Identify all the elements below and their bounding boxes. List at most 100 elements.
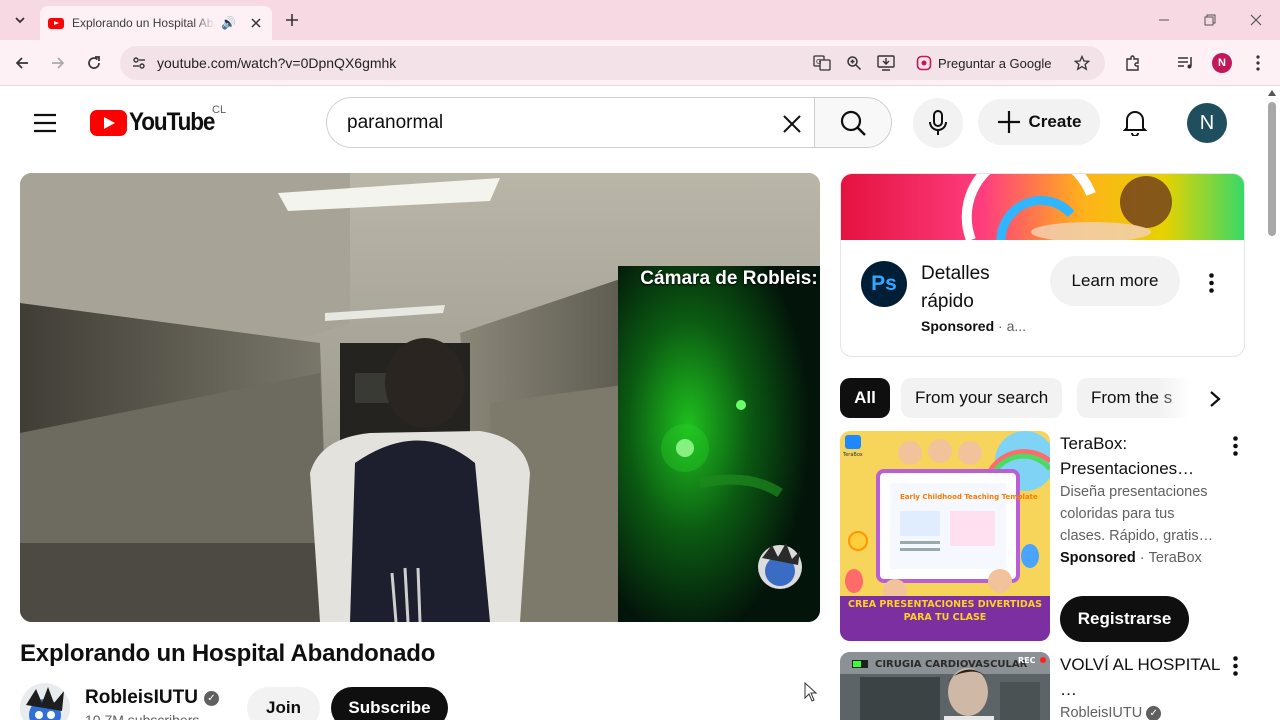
tune-icon	[133, 57, 145, 69]
search-icon	[840, 110, 866, 136]
mouse-cursor-icon	[804, 682, 818, 702]
channel-avatar-image	[20, 683, 70, 720]
youtube-wordmark: YouTube	[129, 108, 215, 136]
chevron-down-icon	[15, 17, 25, 24]
more-vert-icon	[1256, 55, 1260, 71]
tab-close-button[interactable]	[248, 15, 264, 31]
chip-from-the-series[interactable]: From the s	[1077, 378, 1192, 418]
youtube-favicon-icon	[48, 17, 64, 29]
rec-meta-hospital: RobleisIUTU ✓	[1060, 705, 1162, 720]
plus-icon	[286, 14, 298, 26]
arrow-right-icon	[52, 57, 65, 69]
star-icon	[1074, 55, 1090, 71]
translate-button[interactable]: G	[812, 53, 832, 73]
extensions-button[interactable]	[1122, 52, 1144, 74]
subscribe-button[interactable]: Subscribe	[331, 687, 448, 720]
ad-sponsor-line: Sponsored · a...	[921, 318, 1027, 334]
minimize-button[interactable]	[1154, 10, 1174, 30]
verified-badge-icon: ✓	[1146, 705, 1162, 720]
back-button[interactable]	[11, 52, 33, 74]
restore-button[interactable]	[1200, 10, 1220, 30]
chips-next-button[interactable]	[1200, 384, 1230, 414]
thumb-rec: REC	[1018, 656, 1036, 665]
video-frame	[20, 173, 820, 622]
address-bar[interactable]: youtube.com/watch?v=0DpnQX6gmhk G Pregun…	[120, 46, 1105, 80]
scrollbar-thumb[interactable]	[1268, 102, 1276, 236]
hamburger-menu-icon	[34, 113, 56, 133]
new-tab-button[interactable]	[282, 10, 302, 30]
rec-title-hospital[interactable]: VOLVÍ AL HOSPITAL …	[1060, 652, 1220, 702]
register-button[interactable]: Registrarse	[1060, 596, 1189, 642]
thumb-sign: CIRUGIA CARDIOVASCULAR	[875, 659, 1028, 670]
close-icon	[783, 115, 801, 133]
youtube-logo[interactable]: YouTube	[90, 108, 224, 137]
youtube-play-logo-icon	[90, 109, 127, 136]
sponsored-label: Sponsored	[1060, 550, 1136, 566]
scroll-up-arrow-icon[interactable]	[1268, 90, 1276, 96]
ad-banner-image	[841, 174, 1244, 240]
verified-badge-icon: ✓	[203, 690, 219, 706]
more-vert-icon	[1232, 656, 1238, 676]
channel-name[interactable]: RobleisIUTU ✓	[85, 687, 219, 709]
ad-title[interactable]: Detalles rápido	[921, 260, 1031, 316]
chip-all[interactable]: All	[840, 378, 890, 418]
clear-search-button[interactable]	[779, 111, 805, 137]
channel-name-text: RobleisIUTU	[85, 687, 198, 708]
browser-menu-button[interactable]	[1247, 52, 1269, 74]
more-vert-icon	[1232, 436, 1238, 456]
zoom-icon	[847, 56, 862, 71]
rec-thumbnail-hospital[interactable]: CIRUGIA CARDIOVASCULAR REC	[840, 652, 1050, 720]
browser-tab-active[interactable]: Explorando un Hospital Abandonado - YouT…	[40, 6, 272, 40]
reload-button[interactable]	[83, 52, 105, 74]
join-button[interactable]: Join	[247, 687, 320, 720]
account-avatar[interactable]: N	[1187, 103, 1227, 143]
close-icon	[1250, 14, 1262, 26]
rec-channel-hospital: RobleisIUTU	[1060, 705, 1143, 720]
create-button[interactable]: Create	[978, 99, 1100, 145]
profile-avatar[interactable]: N	[1212, 53, 1232, 73]
lens-icon	[916, 55, 932, 71]
chip-from-your-search[interactable]: From your search	[901, 378, 1063, 418]
terabox-thumbnail-image: Early Childhood Teaching Template CREA P…	[840, 431, 1050, 641]
install-icon	[877, 55, 895, 71]
rec-menu-button[interactable]	[1225, 433, 1245, 459]
rec-menu-button[interactable]	[1225, 653, 1245, 679]
install-app-button[interactable]	[876, 53, 896, 73]
guide-menu-button[interactable]	[30, 108, 60, 138]
rec-title-terabox[interactable]: TeraBox: Presentaciones…	[1060, 431, 1220, 481]
tab-title: Explorando un Hospital Abandonado - YouT…	[72, 16, 215, 30]
rec-meta-terabox: Sponsored · TeraBox	[1060, 550, 1202, 566]
close-window-button[interactable]	[1246, 10, 1266, 30]
forward-button[interactable]	[47, 52, 69, 74]
bell-icon	[1123, 111, 1147, 136]
media-controls-button[interactable]	[1175, 52, 1197, 74]
speaker-icon[interactable]: 🔊	[221, 16, 236, 30]
url-text[interactable]: youtube.com/watch?v=0DpnQX6gmhk	[157, 55, 396, 71]
rec-thumbnail-terabox[interactable]: Early Childhood Teaching Template CREA P…	[840, 431, 1050, 641]
sidebar-ad-card[interactable]: Ps Detalles rápido Sponsored · a... Lear…	[840, 173, 1245, 357]
channel-avatar[interactable]	[20, 683, 70, 720]
ad-advertiser: a...	[1006, 318, 1027, 334]
thumb-headline: CREA PRESENTACIONES DIVERTIDAS PARA TU C…	[848, 599, 1042, 623]
search-button[interactable]	[814, 97, 892, 148]
chevron-right-icon	[1210, 391, 1221, 407]
bookmark-button[interactable]	[1072, 53, 1092, 73]
zoom-button[interactable]	[844, 53, 864, 73]
plus-icon	[997, 111, 1020, 133]
ad-menu-button[interactable]	[1201, 270, 1221, 296]
ask-google-button[interactable]: Preguntar a Google	[908, 49, 1059, 77]
translate-icon: G	[813, 55, 831, 71]
queue-music-icon	[1178, 57, 1192, 69]
search-input[interactable]: paranormal	[326, 97, 814, 148]
site-info-button[interactable]	[128, 52, 150, 74]
tab-search-button[interactable]	[8, 8, 32, 32]
video-player[interactable]: Cámara de Robleis:	[20, 173, 820, 622]
notifications-button[interactable]	[1120, 107, 1150, 137]
voice-search-button[interactable]	[913, 98, 963, 148]
rec-description-terabox: Diseña presentaciones coloridas para tus…	[1060, 484, 1214, 544]
minimize-icon	[1159, 19, 1169, 21]
more-vert-icon	[1208, 273, 1214, 293]
search-query-text[interactable]: paranormal	[347, 112, 443, 134]
thumb-template-title: Early Childhood Teaching Template	[900, 493, 1038, 501]
learn-more-button[interactable]: Learn more	[1050, 256, 1180, 306]
